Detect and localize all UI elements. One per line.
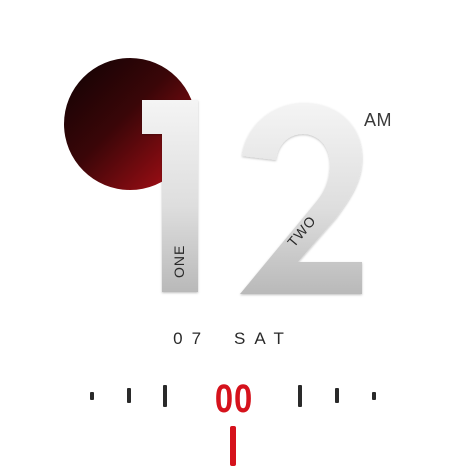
- seconds-tick: [127, 388, 131, 403]
- hour-word-one: ONE: [171, 245, 187, 278]
- seconds-indicator: [230, 426, 236, 466]
- seconds-tick: [372, 392, 376, 400]
- date-row: 07 SAT: [0, 329, 466, 349]
- watch-face: ONE TWO AM 07 SAT 00: [0, 0, 466, 466]
- seconds-tick: [163, 385, 167, 407]
- ampm-label: AM: [364, 110, 392, 130]
- weekday: SAT: [234, 329, 293, 348]
- seconds-scale: 00: [0, 370, 466, 466]
- seconds-tick: [335, 388, 339, 403]
- day-number: 07: [173, 329, 211, 348]
- hour-digit-one: ONE: [142, 100, 198, 292]
- hour-digit-two: TWO: [240, 103, 362, 294]
- seconds-tick: [90, 392, 94, 400]
- seconds-value: 00: [214, 377, 254, 421]
- seconds-tick: [298, 385, 302, 407]
